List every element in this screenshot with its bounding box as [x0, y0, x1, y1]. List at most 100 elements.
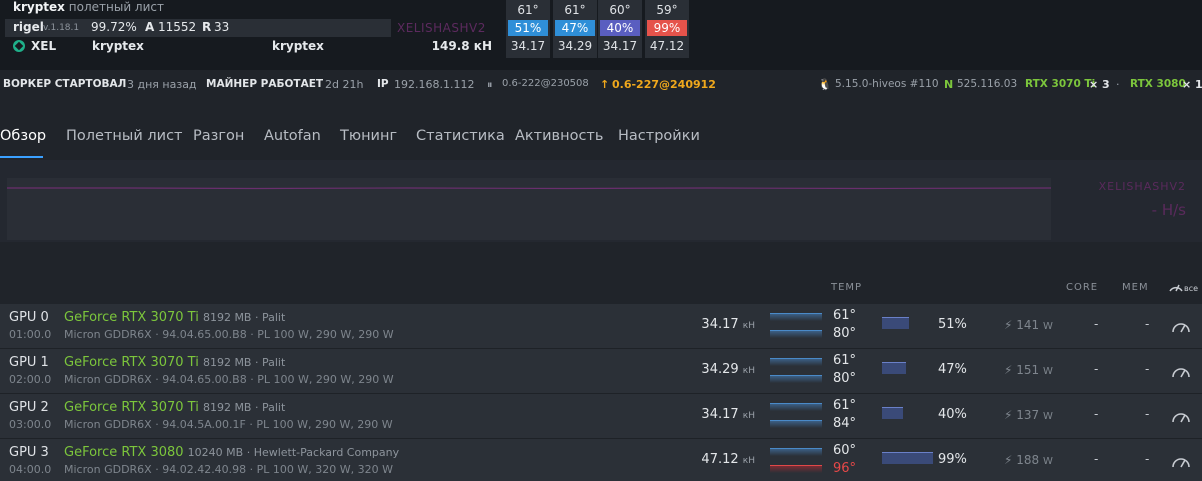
accepted-shares: 11552: [158, 20, 197, 34]
gpu-index: GPU 0: [9, 310, 49, 325]
gpu-index: GPU 3: [9, 445, 49, 460]
mem-column-header: MEM: [1122, 282, 1149, 293]
gpu-power-value: 151: [1016, 363, 1040, 377]
hive-version-icon: ⏸: [487, 78, 493, 91]
gpu-core-clock: -: [1094, 362, 1099, 376]
header-gpu-2: 60° 40% 34.17: [598, 0, 642, 58]
tab-tuning[interactable]: Тюнинг: [340, 128, 397, 144]
chart-hashrate-label: - H/s: [1151, 201, 1186, 219]
xel-coin-icon: [13, 40, 25, 52]
wallet-name: kryptex: [272, 39, 324, 53]
gpu-hashrate: 47.12 кН: [701, 452, 755, 467]
available-update[interactable]: 0.6-227@240912: [612, 78, 716, 91]
header-gpu-hashrate: 34.17: [510, 39, 546, 53]
ip-address: 192.168.1.112: [394, 78, 475, 91]
header-gpu-1: 61° 47% 34.29: [553, 0, 597, 58]
gauge-icon: [1172, 413, 1190, 423]
gpu-row[interactable]: GPU 1 02:00.0 GeForce RTX 3070 Ti 8192 MB …: [0, 349, 1202, 393]
gpu-hashrate: 34.17 кН: [701, 407, 755, 422]
nvidia-label: N: [944, 78, 954, 91]
all-gauge-label: все: [1184, 284, 1199, 293]
gpu-row[interactable]: GPU 0 01:00.0 GeForce RTX 3070 Ti 8192 MB …: [0, 304, 1202, 348]
gpu-power-unit: W: [1043, 456, 1053, 467]
bolt-icon: ⚡: [1004, 453, 1013, 467]
hashrate-chart: XELISHASHV2 - H/s: [0, 160, 1202, 242]
gpu-bus-id: 04:00.0: [9, 463, 52, 476]
gpu-row[interactable]: GPU 3 04:00.0 GeForce RTX 3080 10240 MB · …: [0, 439, 1202, 481]
gpu-model: GeForce RTX 3080: [64, 445, 184, 460]
row-divider: [0, 438, 1202, 439]
gpu-name: GeForce RTX 3070 Ti 8192 MB · Palit: [64, 355, 285, 370]
rejected-shares: 33: [214, 20, 230, 34]
header-gpu-fan: 40%: [600, 20, 640, 36]
gpu-core-clock: -: [1094, 407, 1099, 421]
gpu-overclock-button[interactable]: [1170, 318, 1192, 338]
gpu-memory-info: Micron GDDR6X · 94.04.5A.00.1F · PL 100 …: [64, 418, 393, 431]
miner-header: kryptex полетный лист rigel v.1.18.1 99.…: [0, 0, 1202, 70]
gpu-power-value: 188: [1016, 453, 1040, 467]
linux-icon: 🐧: [818, 78, 832, 91]
gpu-core-temp: 61°: [833, 353, 857, 368]
all-gauge-button[interactable]: все: [1168, 278, 1198, 297]
gpu-power: ⚡ 151 W: [1004, 363, 1053, 377]
header-gpu-hashrate: 34.29: [557, 39, 593, 53]
gpu-model: GeForce RTX 3070 Ti: [64, 355, 199, 370]
core-temp-bar: [770, 313, 822, 321]
tab-autofan[interactable]: Autofan: [264, 128, 321, 144]
tab-activity[interactable]: Активность: [515, 128, 603, 144]
gpu-row[interactable]: GPU 2 03:00.0 GeForce RTX 3070 Ti 8192 MB …: [0, 394, 1202, 438]
active-tab-indicator: [0, 156, 43, 158]
gpu-overclock-button[interactable]: [1170, 363, 1192, 383]
gpu-hashrate-unit: кН: [742, 456, 755, 466]
gpu-hashrate-unit: кН: [742, 366, 755, 376]
gpu-hashrate-unit: кН: [742, 411, 755, 421]
gpu-overclock-button[interactable]: [1170, 408, 1192, 428]
miner-version: v.1.18.1: [43, 23, 80, 33]
bolt-icon: ⚡: [1004, 408, 1013, 422]
tab-settings[interactable]: Настройки: [618, 128, 700, 144]
gpu-vram-vendor: 10240 MB · Hewlett-Packard Company: [187, 446, 400, 459]
gpu-overclock-button[interactable]: [1170, 453, 1192, 473]
tab-statistics[interactable]: Статистика: [416, 128, 505, 144]
gpu-hashrate-value: 34.17: [701, 407, 739, 422]
mem-temp-bar: [770, 420, 822, 428]
mem-temp-bar: [770, 465, 822, 473]
gpu-hashrate: 34.29 кН: [701, 362, 755, 377]
hashrate-sparkline: [7, 178, 1051, 240]
total-hashrate: 149.8 кН: [431, 39, 492, 53]
flight-sheet-title[interactable]: kryptex полетный лист: [13, 0, 164, 14]
mem-temp-bar: [770, 375, 822, 383]
algo-watermark: XELISHASHV2: [397, 21, 486, 35]
gpu-model: GeForce RTX 3070 Ti: [64, 310, 199, 325]
update-arrow-icon[interactable]: ↑: [600, 78, 609, 91]
flight-sheet-label: полетный лист: [68, 0, 164, 14]
gpu-memory-info: Micron GDDR6X · 94.02.42.40.98 · PL 100 …: [64, 463, 394, 476]
gpu-hashrate-value: 34.29: [701, 362, 739, 377]
miner-stats-row: rigel v.1.18.1 99.72% A 11552 R 33: [5, 19, 391, 37]
gpu-hashrate-value: 34.17: [701, 317, 739, 332]
gpu-hashrate-unit: кН: [742, 321, 755, 331]
bolt-icon: ⚡: [1004, 318, 1013, 332]
gpu-vram-vendor: 8192 MB · Palit: [202, 356, 286, 369]
gpu-model-b-count: × 1: [1182, 78, 1202, 91]
mem-temp-bar: [770, 330, 822, 338]
ip-label: IP: [377, 78, 389, 90]
miner-running-label: МАЙНЕР РАБОТАЕТ: [206, 78, 324, 90]
gauge-icon: [1172, 368, 1190, 378]
gpu-model-a: RTX 3070 Ti: [1025, 78, 1096, 90]
gpu-hashrate: 34.17 кН: [701, 317, 755, 332]
core-temp-bar: [770, 403, 822, 411]
gpu-name: GeForce RTX 3070 Ti 8192 MB · Palit: [64, 310, 285, 325]
separator-dot: ·: [1116, 78, 1120, 91]
gpu-fan-speed: 40%: [938, 407, 967, 422]
miner-running-value: 2d 21h: [325, 78, 364, 91]
hive-version: 0.6-222@230508: [502, 78, 589, 89]
tab-overview[interactable]: Обзор: [0, 128, 46, 144]
header-gpu-temp: 59°: [656, 3, 678, 17]
tab-overclock[interactable]: Разгон: [193, 128, 244, 144]
pool-name: kryptex: [92, 39, 144, 53]
worker-name: kryptex: [13, 0, 65, 14]
header-gpu-fan: 51%: [508, 20, 548, 36]
gpu-model: GeForce RTX 3070 Ti: [64, 400, 199, 415]
tab-flight-sheet[interactable]: Полетный лист: [66, 128, 182, 144]
